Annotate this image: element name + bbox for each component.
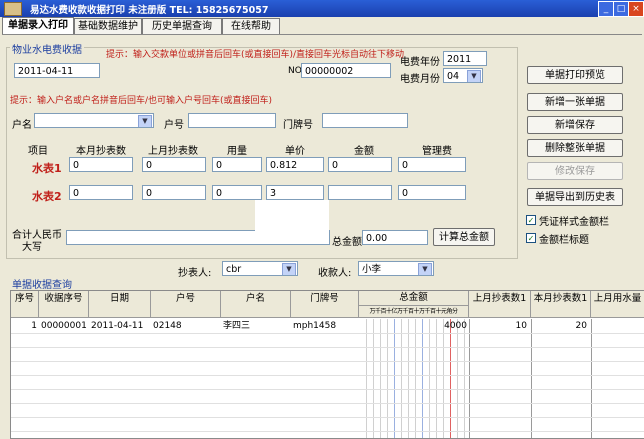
print-preview-button[interactable]: 单据打印预览 [527,66,623,84]
voucher-style-label: 凭证样式金额栏 [539,217,609,228]
meter2-price[interactable]: 3 [266,185,324,200]
receipt-grid[interactable]: 序号 收据序号 日期 户号 户名 门牌号 总金额 万千百十亿万千百十万千百十元角… [10,290,644,439]
reader-value: cbr [226,264,242,275]
grid-header-last-usage[interactable]: 上月用水量 [591,291,644,318]
reader-label: 抄表人: [178,268,212,279]
grid-header-account[interactable]: 户号 [151,291,221,318]
cell-name: 李四三 [223,321,251,331]
grid-header-total[interactable]: 总金额 万千百十亿万千百十万千百十元角分 [359,291,469,318]
receipt-no-input[interactable]: 00000002 [301,63,391,78]
reader-select[interactable]: cbr ▼ [222,261,298,276]
meter1-amount[interactable]: 0 [328,157,392,172]
collector-label: 收款人: [318,268,352,279]
col-last-reading: 上月抄表数 [148,146,198,157]
name-label: 户名 [12,120,32,131]
cell-this-reading: 20 [575,321,587,331]
amount-title-checkbox[interactable]: ✓ [526,233,536,243]
app-icon [4,2,22,16]
cell-date: 2011-04-11 [91,321,144,331]
year-input[interactable]: 2011 [443,51,487,66]
meter1-usage[interactable]: 0 [212,157,262,172]
voucher-style-checkbox[interactable]: ✓ [526,215,536,225]
tab-history-query[interactable]: 历史单据查询 [142,18,222,34]
tab-basic-data[interactable]: 基础数据维护 [74,18,142,34]
meter2-usage[interactable]: 0 [212,185,262,200]
account-input[interactable] [188,113,276,128]
hint-top: 提示：输入交款单位或拼音后回车(或直接回车)/直接回车光标自动往下移动 [106,50,405,60]
door-input[interactable] [322,113,408,128]
month-select[interactable]: 04 ▼ [443,68,483,83]
year-label: 电费年份 [400,57,440,68]
grid-header-seq[interactable]: 序号 [11,291,39,318]
meter2-label: 水表2 [32,190,62,203]
close-button[interactable]: × [628,1,644,17]
hint-mid: 提示：输入户名或户名拼音后回车/也可输入户号回车(或直接回车) [10,96,273,106]
grid-header-name[interactable]: 户名 [221,291,291,318]
meter1-this-reading[interactable]: 0 [69,157,133,172]
cell-account: 02148 [153,321,182,331]
amount-title-label: 金额栏标题 [539,235,589,246]
month-value: 04 [447,71,460,82]
grid-title: 单据收据查询 [10,276,74,291]
meter2-last-reading[interactable]: 0 [142,185,206,200]
grid-header-last-reading[interactable]: 上月抄表数1 [469,291,531,318]
chevron-down-icon[interactable]: ▼ [467,70,481,82]
meter1-mgmt-fee[interactable]: 0 [398,157,466,172]
export-history-button[interactable]: 单据导出到历史表 [527,188,623,206]
chevron-down-icon[interactable]: ▼ [138,115,152,127]
door-label: 门牌号 [283,120,313,131]
grid-header-receipt-no[interactable]: 收据序号 [39,291,89,318]
calculate-total-button[interactable]: 计算总金额 [433,228,495,246]
tab-receipt-entry[interactable]: 单据录入打印 [2,17,74,35]
no-label: NO [288,66,302,76]
grid-header-this-reading[interactable]: 本月抄表数1 [531,291,591,318]
window-title: 易达水费收款收据打印 未注册版 TEL: 15825675057 [30,5,269,16]
col-this-reading: 本月抄表数 [76,146,126,157]
collector-select[interactable]: 小李 ▼ [358,261,434,276]
month-label: 电费月份 [400,74,440,85]
cell-last-reading: 10 [515,321,527,331]
col-mgmt-fee: 管理费 [422,146,452,157]
meter1-last-reading[interactable]: 0 [142,157,206,172]
total-label: 总金额 [332,237,362,248]
meter2-amount[interactable] [328,185,392,200]
modify-save-button[interactable]: 修改保存 [527,162,623,180]
collector-value: 小李 [362,264,382,275]
col-amount: 金额 [354,146,374,157]
total-words-label-2: 大写 [22,242,42,253]
grid-header-digits: 万千百十亿万千百十万千百十元角分 [369,308,458,315]
grid-header-total-label: 总金额 [359,291,468,306]
meter1-price[interactable]: 0.812 [266,157,324,172]
account-label: 户号 [164,120,184,131]
maximize-button[interactable]: □ [613,1,629,17]
minimize-button[interactable]: _ [598,1,614,17]
delete-receipt-button[interactable]: 删除整张单据 [527,139,623,157]
save-new-button[interactable]: 新增保存 [527,116,623,134]
name-combo[interactable]: ▼ [34,113,154,128]
cell-receipt-no: 00000001 [41,321,87,331]
cell-seq: 1 [31,321,37,331]
chevron-down-icon[interactable]: ▼ [282,263,296,275]
redacted-area [255,200,329,244]
cell-door: mph1458 [293,321,337,331]
cell-total: 4000 [444,321,467,331]
col-usage: 用量 [227,146,247,157]
grid-header-date[interactable]: 日期 [89,291,151,318]
col-price: 单价 [285,146,305,157]
meter1-label: 水表1 [32,162,62,175]
col-item: 项目 [28,146,48,157]
date-input[interactable]: 2011-04-11 [14,63,100,78]
grid-header-door[interactable]: 门牌号 [291,291,359,318]
meter2-mgmt-fee[interactable]: 0 [398,185,466,200]
meter2-this-reading[interactable]: 0 [69,185,133,200]
chevron-down-icon[interactable]: ▼ [418,263,432,275]
tab-online-help[interactable]: 在线帮助 [222,18,280,34]
total-amount-input[interactable]: 0.00 [362,230,428,245]
group-title: 物业水电费收据 [10,41,84,56]
new-receipt-button[interactable]: 新增一张单据 [527,93,623,111]
